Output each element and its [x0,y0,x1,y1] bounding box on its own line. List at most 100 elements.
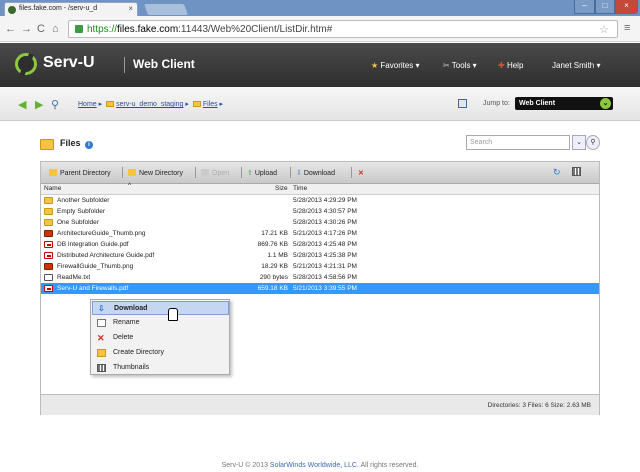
refresh-icon[interactable]: ↻ [553,167,561,178]
table-row[interactable]: FirewallGuide_Thumb.png 18.29 KB 5/21/2013… [41,261,599,272]
folder-icon [44,197,53,204]
jump-label: Jump to: [483,100,510,107]
breadcrumb-home[interactable]: Home [78,101,97,108]
parent-directory-button[interactable]: Parent Directory [49,169,111,177]
page-title: Files [60,138,81,148]
pdf-file-icon [44,285,53,292]
open-button[interactable]: Open [201,169,229,177]
upload-button[interactable]: ⇧ Upload [247,169,277,177]
minimize-button[interactable]: – [574,0,595,14]
row-time: 5/28/2013 4:25:48 PM [293,241,357,248]
forward-arrow-icon[interactable]: ▶ [35,98,43,111]
context-delete[interactable]: ✕ Delete [92,331,229,345]
tab-close-icon[interactable]: × [128,3,133,15]
file-list-panel: Parent Directory New Directory Open ⇧ Up… [40,161,600,415]
bookmark-star-icon[interactable]: ☆ [599,23,609,36]
product-title: Web Client [133,57,195,71]
logo-text: Serv-U [43,54,95,71]
context-download[interactable]: ⇩ Download [92,301,229,315]
row-name: Serv-U and Firewalls.pdf [57,285,129,292]
row-name: FirewallGuide_Thumb.png [57,263,134,270]
folder-icon [106,101,115,107]
folder-icon [44,208,53,215]
tools-menu[interactable]: ✂ Tools ▾ [443,61,477,70]
back-icon[interactable]: ← [5,23,16,35]
txt-file-icon [44,274,53,281]
rename-icon [97,319,106,327]
file-toolbar: Parent Directory New Directory Open ⇧ Up… [41,162,599,184]
row-name: Distributed Architecture Guide.pdf [57,252,155,259]
browser-menu-icon[interactable]: ≡ [624,22,630,34]
context-create-directory[interactable]: Create Directory [92,346,229,360]
thumbnails-view-icon[interactable] [572,167,581,176]
tools-icon: ✂ [443,61,450,70]
row-time: 5/21/2013 4:17:26 PM [293,230,357,237]
breadcrumb-files[interactable]: Files [203,101,218,108]
table-row[interactable]: One Subfolder 5/28/2013 4:30:26 PM [41,217,599,228]
row-size: 869.76 KB [257,241,288,248]
favorites-menu[interactable]: ★ Favorites ▾ [371,61,420,70]
delete-button[interactable]: ✕ [358,169,364,177]
pdf-file-icon [44,241,53,248]
row-size: 17.21 KB [261,230,288,237]
breadcrumb-staging[interactable]: serv-u_demo_staging [116,101,183,108]
new-directory-button[interactable]: New Directory [128,169,183,177]
folder-icon [192,101,201,107]
user-menu[interactable]: Janet Smith ▾ [552,61,600,70]
table-row[interactable]: Another Subfolder 5/28/2013 4:29:29 PM [41,195,599,206]
help-link[interactable]: ✚ Help [498,61,523,70]
table-row[interactable]: Serv-U and Firewalls.pdf 659.18 KB 5/21/20… [41,283,599,294]
info-icon[interactable]: i [85,141,93,149]
row-size: 659.18 KB [257,285,288,292]
help-icon: ✚ [498,61,505,70]
back-arrow-icon[interactable]: ◀ [18,98,26,111]
table-row[interactable]: ArchitectureGuide_Thumb.png 17.21 KB 5/21/… [41,228,599,239]
row-time: 5/28/2013 4:30:57 PM [293,208,357,215]
lock-icon [75,25,83,33]
row-name: ArchitectureGuide_Thumb.png [57,230,146,237]
address-bar[interactable]: https://files.fake.com:11443/Web%20Clien… [68,20,618,38]
download-icon: ⇩ [296,170,302,177]
folder-icon [40,139,54,150]
context-rename[interactable]: Rename [92,316,229,330]
row-size: 290 bytes [259,274,288,281]
size-column-header[interactable]: Size [275,185,288,192]
forward-icon[interactable]: → [21,23,32,35]
footer: Serv-U © 2013 SolarWinds Worldwide, LLC.… [221,462,419,469]
context-thumbnails[interactable]: Thumbnails [92,361,229,375]
table-row[interactable]: Distributed Architecture Guide.pdf 1.1 MB… [41,250,599,261]
favicon-icon [8,6,16,14]
upload-icon: ⇧ [247,170,253,177]
column-header: Name ^ Size Time [41,182,599,195]
search-go-button[interactable]: ⚲ [586,135,600,150]
close-window-button[interactable]: × [615,0,638,14]
time-column-header[interactable]: Time [293,185,307,192]
search-input[interactable]: Search [466,135,570,150]
search-options-button[interactable]: ⌄ [572,135,586,150]
jump-to-select[interactable]: Web Client ⌄ [515,97,613,110]
row-name: DB Integration Guide.pdf [57,241,129,248]
chevron-down-icon: ⌄ [600,98,611,109]
new-folder-icon [128,169,136,176]
table-row[interactable]: ReadMe.txt 290 bytes 5/28/2013 4:58:56 PM [41,272,599,283]
maximize-button[interactable]: □ [595,0,615,14]
row-time: 5/21/2013 3:39:55 PM [293,285,357,292]
table-row[interactable]: Empty Subfolder 5/28/2013 4:30:57 PM [41,206,599,217]
download-button[interactable]: ⇩ Download [296,169,335,177]
name-column-header[interactable]: Name [44,185,61,192]
reload-icon[interactable]: C [37,23,45,35]
table-row[interactable]: DB Integration Guide.pdf 869.76 KB 5/28/20… [41,239,599,250]
row-size: 1.1 MB [267,252,288,259]
status-bar: Directories: 3 Files: 6 Size: 2.63 MB [41,394,599,415]
search-icon[interactable]: ⚲ [51,98,59,111]
row-size: 18.29 KB [261,263,288,270]
browser-tab[interactable]: files.fake.com - /serv-u_d × [4,2,138,16]
jump-icon[interactable] [458,99,467,108]
company-link[interactable]: SolarWinds Worldwide, LLC. [270,462,359,469]
home-icon[interactable]: ⌂ [52,23,59,35]
new-tab-button[interactable] [143,4,189,15]
star-icon: ★ [371,61,379,70]
folder-icon [97,349,106,357]
download-icon: ⇩ [98,304,105,313]
row-name: One Subfolder [57,219,99,226]
